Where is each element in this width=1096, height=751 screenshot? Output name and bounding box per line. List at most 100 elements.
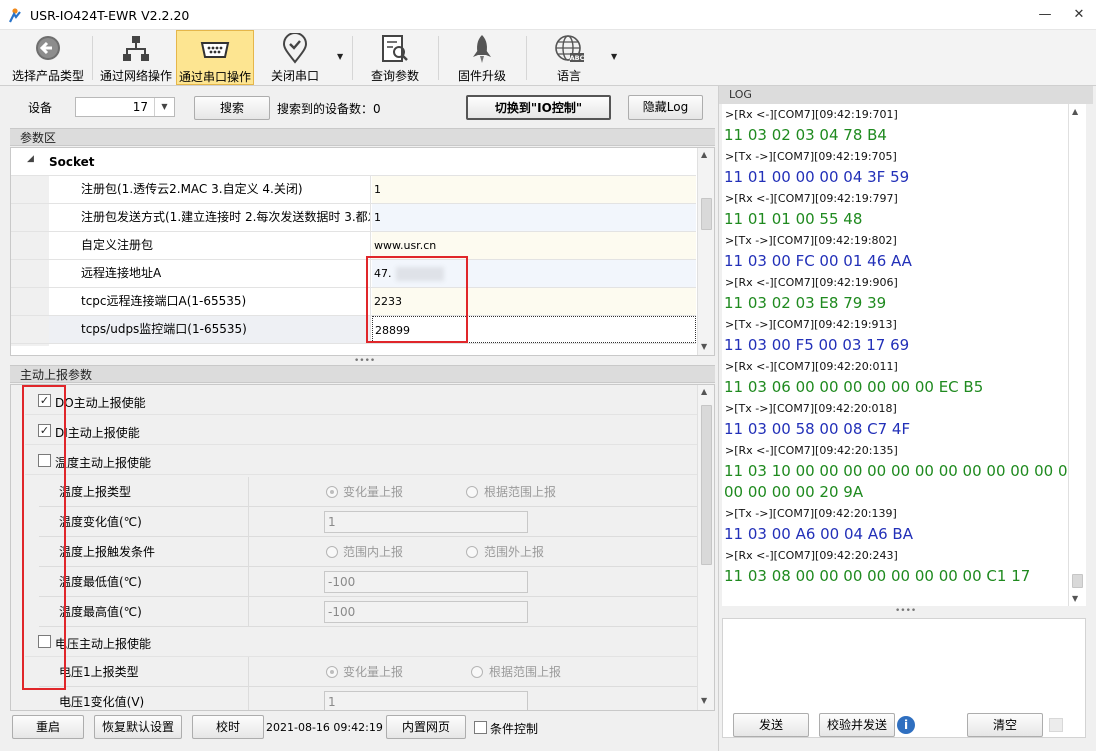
close-serial-dropdown-icon[interactable]: ▼ — [337, 52, 343, 61]
close-button[interactable]: ✕ — [1062, 0, 1096, 30]
temp-report-row[interactable]: 温度主动上报使能 — [25, 445, 705, 475]
temp-out-range-radio[interactable] — [466, 546, 478, 558]
search-document-icon — [382, 35, 408, 62]
volt-change-row: 电压1变化值(V) 1 — [39, 687, 705, 710]
report-scrollbar[interactable]: ▲ ▼ — [697, 385, 714, 710]
log-tx-line: 11 03 00 FC 00 01 46 AA — [724, 252, 912, 270]
log-rx-line: 11 03 10 00 00 00 00 00 00 00 00 00 00 0… — [724, 462, 1072, 480]
param-row[interactable]: 远程连接地址A 47. — [11, 260, 696, 288]
temp-trigger-row: 温度上报触发条件 范围内上报 范围外上报 — [39, 537, 705, 567]
log-header-line: >[Rx <-][COM7][09:42:20:243] — [725, 549, 898, 562]
param-row-selected[interactable]: tcps/udps监控端口(1-65535) 28899 — [11, 316, 696, 344]
log-tx-line: 11 03 00 F5 00 03 17 69 — [724, 336, 910, 354]
collapse-arrow-icon: ◢ — [27, 154, 34, 164]
toolbar-query-params-button[interactable]: 查询参数 — [356, 30, 434, 85]
builtin-webpage-button[interactable]: 内置网页 — [386, 715, 466, 739]
toolbar-language-button[interactable]: ABC 语言 — [530, 30, 608, 85]
device-select[interactable]: 17 ▼ — [75, 97, 175, 117]
device-label: 设备 — [28, 101, 53, 115]
temp-change-radio[interactable] — [326, 486, 338, 498]
log-header-line: >[Rx <-][COM7][09:42:20:135] — [725, 444, 898, 457]
back-arrow-icon — [36, 36, 60, 60]
log-header-line: >[Rx <-][COM7][09:42:20:011] — [725, 360, 898, 373]
log-header-line: >[Rx <-][COM7][09:42:19:797] — [725, 192, 898, 205]
found-devices-count: 搜索到的设备数：0 — [277, 102, 381, 116]
params-section-header: 参数区 — [10, 128, 715, 146]
temp-max-row: 温度最高值(℃) -100 — [39, 597, 705, 627]
restore-defaults-button[interactable]: 恢复默认设置 — [94, 715, 182, 739]
log-tx-line: 11 03 00 58 00 08 C7 4F — [724, 420, 911, 438]
clear-log-button[interactable]: 清空 — [967, 713, 1043, 737]
param-row[interactable]: 注册包发送方式(1.建立连接时 2.每次发送数据时 3.都发 1 — [11, 204, 696, 232]
temp-in-range-radio[interactable] — [326, 546, 338, 558]
log-rx-line: 11 01 01 00 55 48 — [724, 210, 863, 228]
minimize-button[interactable]: — — [1028, 0, 1062, 30]
main-toolbar: 选择产品类型 通过网络操作 通过串口操作 关闭串口 ▼ 查询参数 固件升级 AB… — [0, 30, 1096, 86]
volt-range-radio[interactable] — [471, 666, 483, 678]
sync-time-button[interactable]: 校时 — [192, 715, 264, 739]
report-section-header: 主动上报参数 — [10, 365, 715, 383]
log-header-line: >[Tx ->][COM7][09:42:20:018] — [725, 402, 897, 415]
toolbar-network-button[interactable]: 通过网络操作 — [96, 30, 176, 85]
log-panel: LOG >[Rx <-][COM7][09:42:19:701] 11 03 02… — [718, 86, 1093, 751]
socket-group-row[interactable]: ◢ Socket — [11, 148, 696, 176]
volt-change-input[interactable]: 1 — [324, 691, 528, 710]
di-report-row[interactable]: ✓ DI主动上报使能 — [25, 415, 705, 445]
temp-type-row: 温度上报类型 变化量上报 根据范围上报 — [39, 477, 705, 507]
check-and-send-button[interactable]: 校验并发送 — [819, 713, 895, 737]
chevron-down-icon: ▼ — [154, 98, 174, 116]
log-header: LOG — [719, 86, 1093, 104]
param-row[interactable]: tcpc远程连接端口A(1-65535) 2233 — [11, 288, 696, 316]
search-button[interactable]: 搜索 — [194, 96, 270, 120]
serial-port-icon — [200, 42, 230, 58]
temp-min-input[interactable]: -100 — [324, 571, 528, 593]
param-row[interactable]: 注册包(1.透传云2.MAC 3.自定义 4.关闭) 1 — [11, 176, 696, 204]
toolbar-serial-button[interactable]: 通过串口操作 — [176, 30, 254, 85]
log-tx-line: 11 03 00 A6 00 04 A6 BA — [724, 525, 913, 543]
temp-max-input[interactable]: -100 — [324, 601, 528, 623]
rocket-icon — [473, 35, 491, 63]
log-header-line: >[Tx ->][COM7][09:42:19:802] — [725, 234, 897, 247]
condition-control-label: 条件控制 — [490, 722, 539, 736]
log-view[interactable]: >[Rx <-][COM7][09:42:19:701] 11 03 02 03 … — [722, 104, 1072, 606]
info-icon[interactable]: i — [897, 716, 915, 734]
params-grid: ◢ Socket 注册包(1.透传云2.MAC 3.自定义 4.关闭) 1 注册包… — [10, 147, 715, 356]
temp-min-row: 温度最低值(℃) -100 — [39, 567, 705, 597]
location-check-icon — [282, 33, 308, 64]
title-bar: USR-IO424T-EWR V2.2.20 — ✕ — [0, 0, 1096, 30]
report-params-panel: ✓ DO主动上报使能 ✓ DI主动上报使能 温度主动上报使能 温度上报类型 变化… — [10, 384, 715, 711]
log-header-line: >[Tx ->][COM7][09:42:19:913] — [725, 318, 897, 331]
volt-report-row[interactable]: 电压主动上报使能 — [25, 627, 705, 657]
annotation-highlight-params — [366, 256, 468, 343]
log-rx-line: 11 03 02 03 E8 79 39 — [724, 294, 887, 312]
params-scrollbar[interactable]: ▲ ▼ — [697, 148, 714, 355]
annotation-highlight-report — [22, 385, 66, 690]
volt-change-radio[interactable] — [326, 666, 338, 678]
toolbar-close-serial-button[interactable]: 关闭串口 — [258, 30, 332, 85]
window-title: USR-IO424T-EWR V2.2.20 — [30, 8, 190, 23]
log-splitter-handle[interactable]: •••• — [895, 606, 916, 616]
switch-io-control-button[interactable]: 切换到"IO控制" — [466, 95, 611, 120]
temp-range-radio[interactable] — [466, 486, 478, 498]
temp-change-row: 温度变化值(℃) 1 — [39, 507, 705, 537]
temp-change-input[interactable]: 1 — [324, 511, 528, 533]
toolbar-select-product-button[interactable]: 选择产品类型 — [8, 30, 88, 85]
datetime-display: 2021-08-16 09:42:19 1 — [266, 721, 394, 734]
send-button[interactable]: 发送 — [733, 713, 809, 737]
param-row[interactable]: 自定义注册包 www.usr.cn — [11, 232, 696, 260]
toolbar-firmware-upgrade-button[interactable]: 固件升级 — [442, 30, 522, 85]
log-rx-line: 11 03 08 00 00 00 00 00 00 00 00 C1 17 — [724, 567, 1031, 585]
network-icon — [123, 36, 149, 61]
log-header-line: >[Tx ->][COM7][09:42:19:705] — [725, 150, 897, 163]
log-scrollbar[interactable]: ▲ ▼ — [1068, 104, 1086, 606]
log-header-line: >[Rx <-][COM7][09:42:19:906] — [725, 276, 898, 289]
condition-control-checkbox[interactable] — [474, 721, 487, 734]
hide-log-button[interactable]: 隐藏Log — [628, 95, 703, 120]
log-rx-line: 11 03 06 00 00 00 00 00 00 EC B5 — [724, 378, 984, 396]
language-dropdown-icon[interactable]: ▼ — [611, 52, 617, 61]
log-rx-line: 11 03 02 03 04 78 B4 — [724, 126, 887, 144]
globe-language-icon: ABC — [555, 35, 585, 62]
restart-button[interactable]: 重启 — [12, 715, 84, 739]
app-logo-icon — [9, 8, 21, 23]
do-report-row[interactable]: ✓ DO主动上报使能 — [25, 385, 705, 415]
